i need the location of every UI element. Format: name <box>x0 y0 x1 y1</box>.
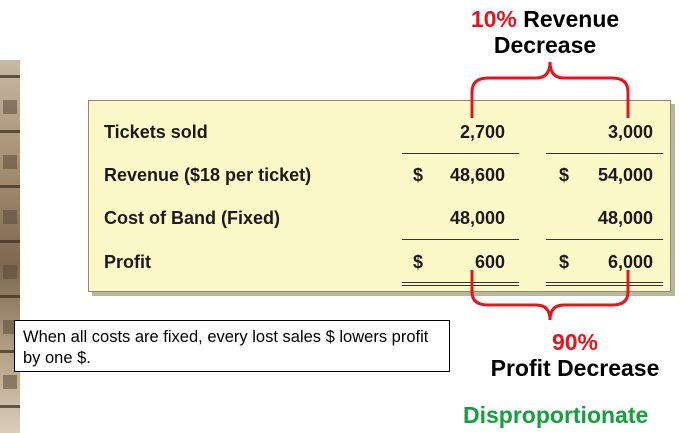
double-underline <box>402 282 519 283</box>
profit-table: Tickets sold 2,700 3,000 Revenue ($18 pe… <box>88 100 671 292</box>
building-photo <box>0 60 20 433</box>
revenue-decrease-percent: 10% <box>470 6 517 32</box>
decrease-word: Decrease <box>493 32 597 58</box>
divider-line <box>546 153 663 154</box>
tickets-col2: 3,000 <box>607 122 653 142</box>
cost-col1: 48,000 <box>449 208 505 228</box>
row-label-tickets: Tickets sold <box>104 122 208 142</box>
profit-col1: 600 <box>474 252 505 272</box>
row-label-cost: Cost of Band (Fixed) <box>104 208 280 228</box>
revenue-col2: 54,000 <box>597 165 653 185</box>
revenue-word: Revenue <box>523 6 620 32</box>
profit-col1-dollar: $ <box>413 252 424 272</box>
tickets-col1: 2,700 <box>459 122 505 142</box>
disproportionate-label: Disproportionate <box>463 402 649 428</box>
fixed-cost-note: When all costs are fixed, every lost sal… <box>14 320 450 372</box>
row-label-profit: Profit <box>104 252 151 272</box>
revenue-decrease-label: 10% Revenue Decrease <box>440 6 650 58</box>
divider-line <box>402 153 519 154</box>
double-underline <box>546 285 663 286</box>
profit-decrease-label: 90% Profit Decrease <box>455 329 685 381</box>
profit-col2-dollar: $ <box>559 252 570 272</box>
profit-decrease-percent: 90% <box>551 329 599 355</box>
profit-col2: 6,000 <box>607 252 653 272</box>
cost-col2: 48,000 <box>597 208 653 228</box>
revenue-col1-dollar: $ <box>413 165 424 185</box>
revenue-col2-dollar: $ <box>559 165 570 185</box>
divider-line <box>546 239 663 240</box>
profit-decrease-text: Profit Decrease <box>490 355 660 381</box>
double-underline <box>402 285 519 286</box>
divider-line <box>402 239 519 240</box>
double-underline <box>546 282 663 283</box>
row-label-revenue: Revenue ($18 per ticket) <box>104 165 312 185</box>
revenue-col1: 48,600 <box>449 165 505 185</box>
